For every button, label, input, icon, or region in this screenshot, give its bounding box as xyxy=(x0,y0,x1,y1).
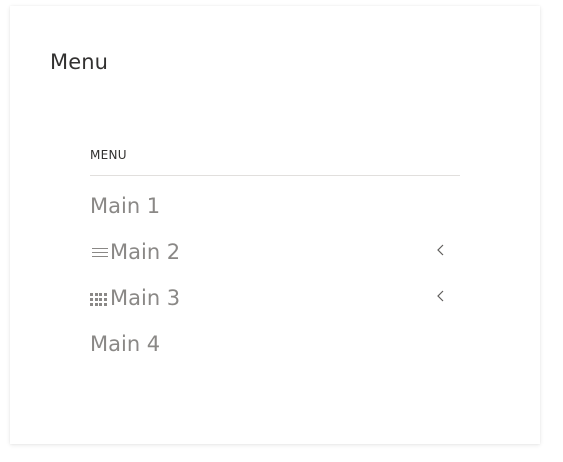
menu-header: MENU xyxy=(90,148,127,162)
menu-list: Main 1 Main 2 Main 3 Main 4 xyxy=(90,183,460,367)
menu-item-label: Main 2 xyxy=(110,240,181,264)
menu-item-label: Main 1 xyxy=(90,194,161,218)
menu-divider xyxy=(90,175,460,176)
menu-item-main-2[interactable]: Main 2 xyxy=(90,229,460,275)
menu-item-main-4[interactable]: Main 4 xyxy=(90,321,460,367)
hamburger-icon xyxy=(90,243,110,261)
menu-item-main-1[interactable]: Main 1 xyxy=(90,183,460,229)
menu-item-label: Main 3 xyxy=(110,286,181,310)
menu-item-main-3[interactable]: Main 3 xyxy=(90,275,460,321)
menu-card: Menu MENU Main 1 Main 2 Main 3 Main 4 xyxy=(10,6,540,444)
dots-grid-icon xyxy=(90,290,110,306)
card-title: Menu xyxy=(50,50,109,74)
chevron-left-icon[interactable] xyxy=(434,243,448,257)
menu-item-label: Main 4 xyxy=(90,332,161,356)
chevron-left-icon[interactable] xyxy=(434,289,448,303)
